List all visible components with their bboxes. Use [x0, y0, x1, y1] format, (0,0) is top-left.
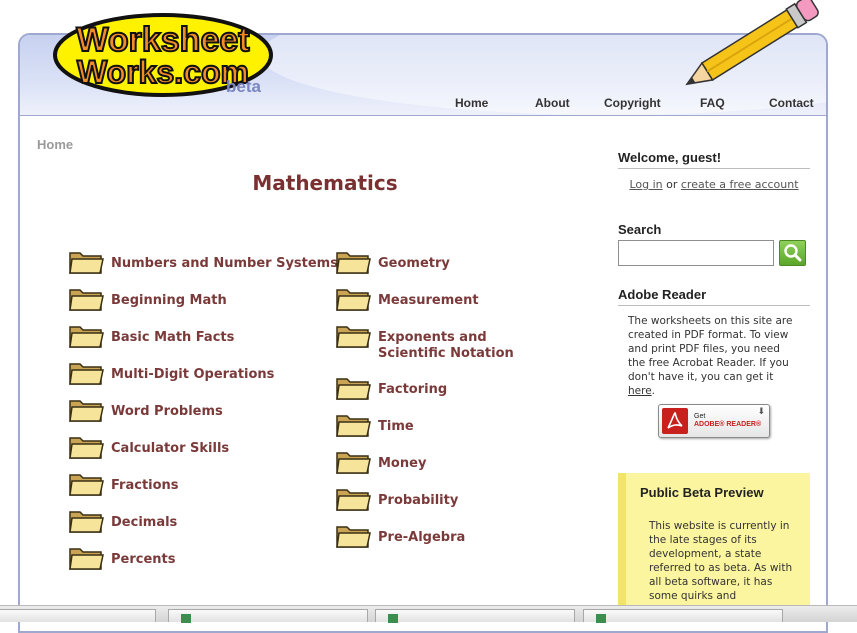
category-label: Exponents and Scientific Notation [378, 330, 514, 361]
logo-beta-label: beta [226, 77, 261, 96]
welcome-heading: Welcome, guest! [618, 150, 810, 169]
reader-text: The worksheets on this site are created … [628, 315, 793, 383]
reader-badge-brand: ADOBE® READER® [694, 421, 762, 428]
folder-icon [336, 326, 371, 348]
nav-about[interactable]: About [535, 96, 570, 110]
category-label: Numbers and Number Systems [111, 256, 338, 271]
app-icon [596, 614, 606, 623]
nav-home[interactable]: Home [455, 96, 488, 110]
category-label: Basic Math Facts [111, 330, 235, 345]
category-label: Probability [378, 493, 459, 508]
category-label: Calculator Skills [111, 441, 230, 456]
taskbar-button[interactable] [583, 609, 783, 623]
reader-here-link[interactable]: here [628, 385, 652, 397]
category-label: Word Problems [111, 404, 223, 419]
taskbar-button[interactable] [375, 609, 575, 623]
category-label: Factoring [378, 382, 448, 397]
login-link[interactable]: Log in [629, 178, 662, 191]
category-label: Multi-Digit Operations [111, 367, 275, 382]
category-label: Measurement [378, 293, 479, 308]
taskbar-button[interactable] [0, 609, 156, 622]
folder-icon [336, 526, 371, 548]
search-input[interactable] [618, 240, 774, 266]
taskbar-button[interactable] [168, 609, 368, 623]
folder-icon [69, 289, 104, 311]
folder-icon [69, 511, 104, 533]
nav-faq[interactable]: FAQ [700, 96, 725, 110]
folder-icon [336, 252, 371, 274]
magnifier-icon [784, 244, 802, 262]
folder-icon [336, 289, 371, 311]
category-label: Fractions [111, 478, 179, 493]
search-heading: Search [618, 222, 662, 237]
account-links: Log in or create a free account [618, 178, 810, 191]
create-account-link[interactable]: create a free account [681, 178, 799, 191]
folder-icon [69, 326, 104, 348]
page-title: Mathematics [252, 171, 398, 195]
folder-icon [69, 437, 104, 459]
folder-icon [69, 474, 104, 496]
app-icon [388, 614, 398, 623]
or-text: or [666, 178, 678, 191]
category-label: Beginning Math [111, 293, 227, 308]
folder-icon [69, 400, 104, 422]
pencil-icon [685, 0, 819, 86]
search-button[interactable] [779, 240, 806, 266]
folder-icon [69, 548, 104, 570]
folder-icon [336, 452, 371, 474]
reader-description: The worksheets on this site are created … [628, 315, 793, 397]
beta-text: This website is currently in the late st… [649, 520, 793, 602]
folder-icon [336, 378, 371, 400]
app-icon [181, 614, 191, 623]
beta-title: Public Beta Preview [640, 485, 764, 500]
category-label: Geometry [378, 256, 450, 271]
nav-contact[interactable]: Contact [769, 96, 814, 110]
category-label: Money [378, 456, 427, 471]
category-label: Pre-Algebra [378, 530, 466, 545]
logo-line2: Works.com [77, 54, 249, 90]
folder-icon [336, 415, 371, 437]
folder-icon [336, 489, 371, 511]
category-label: Decimals [111, 515, 178, 530]
download-arrow-icon: ⬇ [757, 407, 765, 417]
category-label: Percents [111, 552, 176, 567]
site-logo[interactable]: Worksheet Works.com [53, 13, 275, 125]
get-adobe-reader-button[interactable]: Get ADOBE® READER® ⬇ [658, 404, 770, 438]
nav-copyright[interactable]: Copyright [604, 96, 661, 110]
reader-heading: Adobe Reader [618, 287, 810, 306]
adobe-pdf-icon [662, 408, 688, 434]
reader-badge-get: Get [694, 413, 706, 420]
category-label: Time [378, 419, 414, 434]
breadcrumb[interactable]: Home [37, 137, 73, 152]
folder-icon [69, 252, 104, 274]
folder-icon [69, 363, 104, 385]
taskbar [0, 605, 857, 623]
